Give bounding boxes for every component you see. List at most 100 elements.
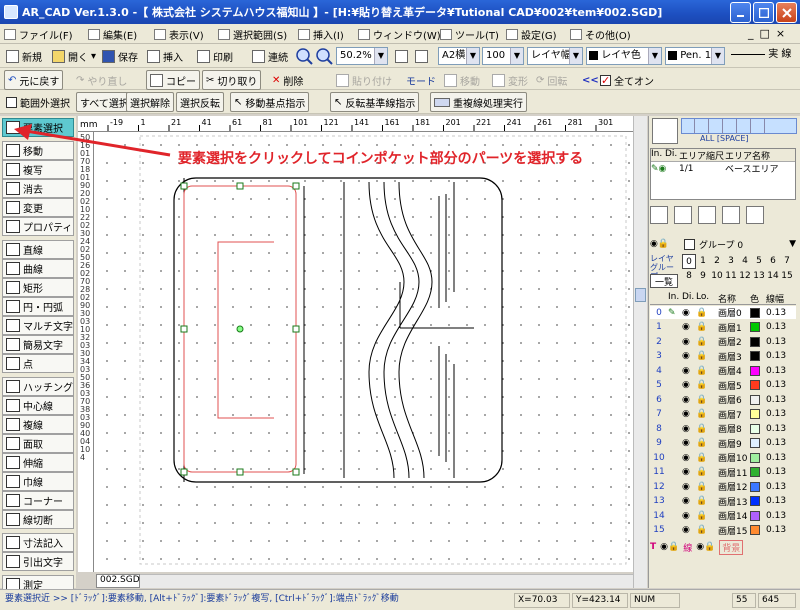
linetype-select[interactable]: 実 線: [728, 47, 798, 65]
eye-icon[interactable]: ◉: [682, 351, 696, 361]
layer-group-4[interactable]: 4: [738, 254, 752, 269]
all-on-checkbox[interactable]: ✓ 全てオン: [596, 70, 658, 90]
layer-color-swatch[interactable]: [750, 380, 760, 390]
move-base-button[interactable]: ↖ 移動基点指示: [230, 92, 310, 112]
layer-group-15[interactable]: 15: [780, 269, 794, 284]
layer-group-9[interactable]: 9: [696, 269, 710, 284]
snap-grid-icon[interactable]: [682, 119, 695, 133]
layer-row[interactable]: 5 ◉ 🔒 画層5 0.13: [650, 379, 796, 392]
layer-group-10[interactable]: 10: [710, 269, 724, 284]
new-button[interactable]: 新規: [2, 46, 46, 66]
layer-row[interactable]: 7 ◉ 🔒 画層7 0.13: [650, 408, 796, 421]
layer-group-8[interactable]: 8: [682, 269, 696, 284]
lock-icon[interactable]: 🔒: [696, 337, 718, 347]
tool-curve[interactable]: 曲線: [2, 259, 74, 278]
deselect-button[interactable]: 選択解除: [126, 92, 174, 112]
group-row[interactable]: ◉🔒 グループ 0 ▼: [650, 236, 796, 252]
layer-color-swatch[interactable]: [750, 510, 760, 521]
area-delete-icon[interactable]: [746, 206, 764, 224]
eye-icon[interactable]: ◉: [682, 424, 696, 434]
lock-icon[interactable]: 🔒: [696, 424, 718, 434]
flip-base-button[interactable]: ↖ 反転基準線指示: [330, 92, 420, 112]
drawing-canvas[interactable]: [94, 132, 633, 572]
paste-button[interactable]: 貼り付け: [332, 70, 396, 90]
lock-icon[interactable]: 🔒: [696, 366, 718, 376]
eye-icon[interactable]: ◉: [682, 322, 696, 332]
tool-corner[interactable]: コーナー: [2, 491, 74, 510]
area-edit-icon[interactable]: [722, 206, 740, 224]
layer-color-swatch[interactable]: [750, 481, 760, 492]
close-button[interactable]: [776, 2, 797, 23]
lock-icon[interactable]: 🔒: [696, 380, 718, 390]
eye-icon[interactable]: ◉: [682, 525, 696, 535]
eye-lock-icon[interactable]: ◉🔒: [660, 542, 679, 552]
tool-hatching[interactable]: ハッチング: [2, 377, 74, 396]
tool-simple-text[interactable]: 簡易文字: [2, 335, 74, 354]
lock-icon[interactable]: 🔒: [696, 438, 718, 448]
layer-row[interactable]: 1 ◉ 🔒 画層1 0.13: [650, 321, 796, 334]
menu-window[interactable]: ウィンドウ(W): [358, 27, 441, 42]
layer-row[interactable]: 12 ◉ 🔒 画層12 0.13: [650, 480, 796, 493]
layer-row[interactable]: 13 ◉ 🔒 画層13 0.13: [650, 495, 796, 508]
menu-insert[interactable]: 挿入(I): [298, 27, 344, 42]
tool-width-line[interactable]: 巾線: [2, 472, 74, 491]
layer-group-7[interactable]: 7: [780, 254, 794, 269]
eye-icon[interactable]: ◉: [682, 380, 696, 390]
tool-circle-arc[interactable]: 円・円弧: [2, 297, 74, 316]
lock-icon[interactable]: 🔒: [696, 322, 718, 332]
layer-group-11[interactable]: 11: [724, 269, 738, 284]
zoom-out-button[interactable]: [314, 46, 334, 66]
layer-row[interactable]: 15 ◉ 🔒 画層15 0.13: [650, 524, 796, 537]
area-new-icon[interactable]: [650, 206, 668, 224]
lock-icon[interactable]: 🔒: [696, 496, 718, 506]
snap-toolbar[interactable]: [681, 118, 797, 134]
eye-icon[interactable]: ◉: [682, 511, 696, 521]
tool-extend[interactable]: 伸縮: [2, 453, 74, 472]
move-button[interactable]: 移動: [440, 70, 484, 90]
eye-lock-icon[interactable]: ◉🔒: [696, 542, 715, 552]
eye-icon[interactable]: ◉: [682, 395, 696, 405]
lock-icon[interactable]: 🔒: [696, 409, 718, 419]
eye-icon[interactable]: ◉: [682, 438, 696, 448]
layer-color-swatch[interactable]: [750, 467, 760, 477]
layer-group-0[interactable]: 0: [682, 254, 696, 269]
layer-color-swatch[interactable]: [750, 409, 760, 419]
layer-row[interactable]: 3 ◉ 🔒 画層3 0.13: [650, 350, 796, 363]
scale-select[interactable]: 100 ▼: [482, 47, 524, 65]
undo-button[interactable]: ↶ 元に戻す: [4, 70, 64, 90]
text-toggle[interactable]: T: [650, 542, 656, 552]
lock-icon[interactable]: 🔒: [696, 308, 718, 318]
eye-icon[interactable]: ◉: [682, 366, 696, 376]
area-row[interactable]: ✎◉ 1/1 ベースエリア: [651, 162, 795, 176]
lock-icon[interactable]: 🔒: [696, 395, 718, 405]
layer-color-swatch[interactable]: [750, 423, 760, 434]
menu-settings[interactable]: 設定(G): [506, 27, 557, 42]
lock-icon[interactable]: 🔒: [696, 351, 718, 361]
layer-color-swatch[interactable]: [750, 351, 760, 361]
layer-row[interactable]: 6 ◉ 🔒 画層6 0.13: [650, 393, 796, 406]
layer-group-5[interactable]: 5: [752, 254, 766, 269]
chevron-down-icon[interactable]: ▼: [789, 239, 796, 249]
lock-icon[interactable]: 🔒: [696, 467, 718, 477]
menu-view[interactable]: 表示(V): [154, 27, 204, 42]
layer-color-swatch[interactable]: [750, 322, 760, 332]
layer-row[interactable]: 8 ◉ 🔒 画層8 0.13: [650, 422, 796, 435]
tool-chamfer[interactable]: 面取: [2, 434, 74, 453]
tool-parallel-line[interactable]: 複線: [2, 415, 74, 434]
layer-color-swatch[interactable]: [750, 525, 760, 535]
save-button[interactable]: 保存: [98, 46, 142, 66]
overlap-process-button[interactable]: 重複線処理実行: [430, 92, 527, 112]
snap-tangent-icon[interactable]: [766, 119, 779, 133]
zoom-select[interactable]: 50.2% ▼: [336, 47, 388, 65]
mode-button[interactable]: モード: [402, 70, 440, 90]
tool-erase[interactable]: 消去: [2, 179, 74, 198]
group-checkbox[interactable]: [684, 238, 695, 250]
layer-color-swatch[interactable]: [750, 452, 760, 463]
menu-other[interactable]: その他(O): [570, 27, 631, 42]
paper-tool-button[interactable]: [414, 46, 429, 66]
tool-change[interactable]: 変更: [2, 198, 74, 217]
select-all-button[interactable]: すべて選択: [76, 92, 133, 112]
layer-color-swatch[interactable]: [750, 438, 760, 448]
zoom-in-button[interactable]: [294, 46, 314, 66]
snap-circle-icon[interactable]: [738, 119, 751, 133]
